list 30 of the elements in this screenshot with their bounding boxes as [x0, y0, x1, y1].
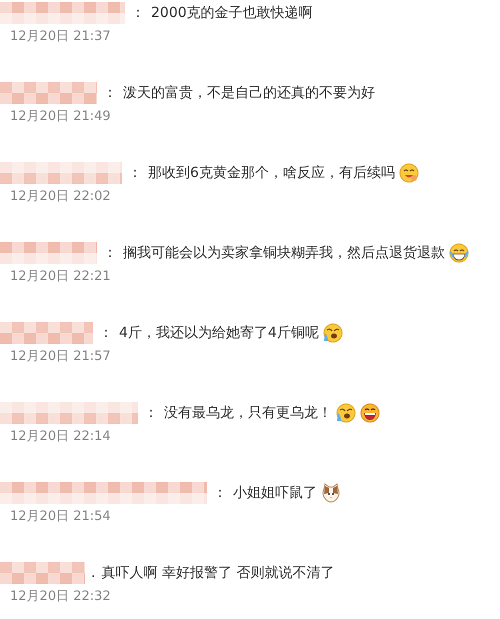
separator-mark: .: [90, 564, 96, 582]
laughing-face-icon: [360, 403, 380, 423]
comment-timestamp: 12月20日 22:14: [10, 428, 111, 446]
comment-text: 2000克的金子也敢快递啊: [151, 4, 313, 22]
comment-timestamp: 12月20日 21:57: [10, 348, 111, 366]
comment-timestamp: 12月20日 22:21: [10, 268, 111, 286]
cat-face-icon: [321, 483, 341, 503]
comment-timestamp: 12月20日 22:02: [10, 188, 111, 206]
comment-text: 小姐姐吓鼠了: [233, 484, 317, 502]
crying-face-icon: [322, 323, 343, 343]
smiling-face-icon: [398, 163, 419, 183]
separator-mark: ：: [143, 404, 159, 422]
separator-mark: ：: [212, 484, 228, 502]
separator-mark: ：: [102, 84, 118, 102]
comment-timestamp: 12月20日 22:32: [10, 588, 111, 606]
comment-text: 4斤，我还以为给她寄了4斤铜呢: [119, 324, 319, 342]
separator-mark: ：: [98, 324, 114, 342]
comment-timestamp: 12月20日 21:49: [10, 108, 111, 126]
laughing-face-icon: [449, 243, 469, 263]
separator-mark: ：: [127, 164, 143, 182]
comment-text: 真吓人啊 幸好报警了 否则就说不清了: [101, 564, 334, 582]
crying-face-icon: [336, 403, 356, 423]
comment-text: 泼天的富贵，不是自己的还真的不要为好: [123, 84, 375, 102]
comment-text: 没有最乌龙，只有更乌龙！: [164, 404, 332, 422]
comment-timestamp: 12月20日 21:37: [10, 28, 111, 46]
comment-timestamp: 12月20日 21:54: [10, 508, 111, 526]
separator-mark: ：: [102, 244, 118, 262]
comment-text: 那收到6克黄金那个，啥反应，有后续吗: [148, 164, 395, 182]
separator-mark: ：: [130, 4, 146, 22]
comment-text: 搁我可能会以为卖家拿铜块糊弄我，然后点退货退款: [123, 244, 445, 262]
